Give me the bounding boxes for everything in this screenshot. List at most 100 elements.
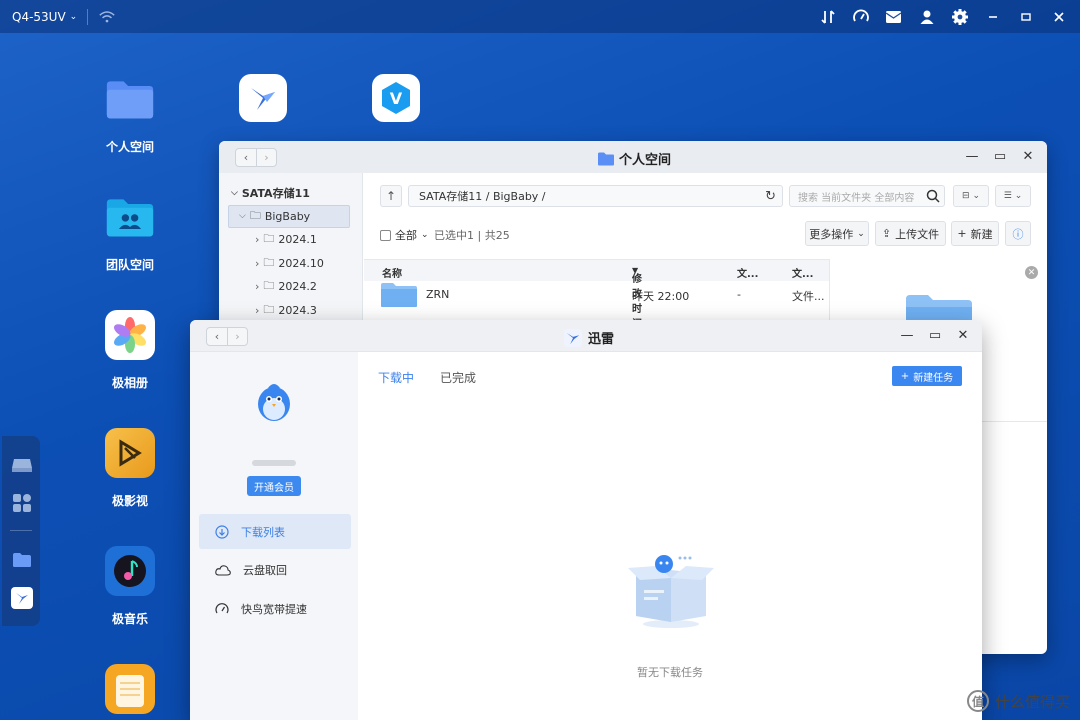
xunlei-bird-icon[interactable] bbox=[11, 587, 33, 609]
column-type[interactable]: 文... bbox=[737, 265, 758, 280]
svg-text:V: V bbox=[390, 89, 403, 108]
column-name[interactable]: 名称 bbox=[382, 265, 402, 280]
minimize-icon[interactable]: — bbox=[900, 328, 914, 343]
refresh-icon[interactable]: ↻ bbox=[765, 189, 776, 204]
button-label: 新建任务 bbox=[913, 372, 954, 384]
new-task-button[interactable]: + 新建任务 bbox=[892, 366, 962, 386]
device-name: Q4-53UV bbox=[12, 9, 66, 24]
column-size[interactable]: 文... bbox=[792, 265, 813, 280]
chevron-down-icon: ⌄ bbox=[857, 228, 865, 239]
window-titlebar: ‹ › 迅雷 — ▭ ✕ bbox=[190, 320, 982, 352]
path-bar[interactable]: SATA存储11 / BigBaby / ↻ bbox=[408, 185, 783, 207]
tree-item[interactable]: › 🗀 2024.1 bbox=[219, 228, 362, 252]
tab-downloading[interactable]: 下载中 bbox=[378, 369, 414, 386]
upload-button[interactable]: ⇪ 上传文件 bbox=[875, 221, 946, 246]
back-icon[interactable]: ‹ bbox=[207, 328, 227, 345]
desktop-icon-personal-space[interactable]: 个人空间 bbox=[80, 74, 180, 155]
speedometer-icon[interactable] bbox=[851, 7, 870, 26]
chevron-down-icon: ⌄ bbox=[69, 11, 78, 22]
avatar[interactable] bbox=[254, 380, 294, 424]
cell-modified: 昨天 22:00 bbox=[632, 290, 690, 303]
tree-root[interactable]: ⌵ SATA存储11 bbox=[219, 181, 362, 205]
maximize-icon[interactable]: ▭ bbox=[993, 149, 1007, 164]
desktop-icon-label: 极影视 bbox=[111, 494, 148, 508]
folder-outline-icon: 🗀 bbox=[263, 255, 275, 269]
folder-outline-icon: 🗀 bbox=[263, 279, 275, 293]
apps-grid-icon[interactable] bbox=[11, 492, 33, 514]
maximize-icon[interactable]: ▭ bbox=[928, 328, 942, 343]
minimize-icon[interactable]: — bbox=[965, 149, 979, 164]
desktop-icon-notes[interactable] bbox=[80, 664, 180, 714]
sidebar-item-download-list[interactable]: 下载列表 bbox=[199, 514, 351, 549]
vip-button[interactable]: 开通会员 bbox=[247, 476, 301, 496]
cell-size: 文件... bbox=[792, 290, 825, 303]
tree-item-label: BigBaby bbox=[264, 209, 311, 223]
search-input[interactable]: 搜索 当前文件夹 全部内容 bbox=[789, 185, 945, 207]
minimize-icon[interactable] bbox=[983, 7, 1002, 26]
sidebar-item-label: 云盘取回 bbox=[243, 563, 287, 577]
forward-icon[interactable]: › bbox=[227, 328, 247, 345]
tree-item-label: 2024.3 bbox=[278, 303, 317, 317]
desktop-icon-team-space[interactable]: 团队空间 bbox=[80, 192, 180, 273]
tree-item-label: 2024.2 bbox=[278, 280, 317, 294]
search-icon[interactable] bbox=[926, 189, 940, 203]
tree-item[interactable]: › 🗀 2024.10 bbox=[219, 252, 362, 276]
column-modified[interactable]: 修改时间 ▼ bbox=[632, 265, 642, 330]
sidebar-item-label: 下载列表 bbox=[241, 525, 285, 539]
gear-icon[interactable] bbox=[950, 7, 969, 26]
username-placeholder bbox=[252, 460, 296, 466]
table-row[interactable]: ZRN 昨天 22:00 - 文件... bbox=[364, 281, 829, 309]
chevron-down-icon: ⌵ bbox=[239, 211, 246, 222]
close-icon[interactable]: ✕ bbox=[956, 328, 970, 343]
back-icon[interactable]: ‹ bbox=[236, 149, 256, 166]
arrow-up-icon[interactable]: ↑ bbox=[380, 185, 402, 207]
close-icon[interactable]: ✕ bbox=[1025, 266, 1038, 279]
info-icon[interactable]: ⓘ bbox=[1005, 221, 1031, 246]
chevron-down-icon: ⌄ bbox=[972, 191, 981, 201]
empty-state-text: 暂无下载任务 bbox=[637, 666, 703, 679]
desktop-icon-music[interactable]: 极音乐 bbox=[80, 546, 180, 627]
tree-item-label: 2024.10 bbox=[278, 256, 324, 270]
watermark-text: 什么值得买 bbox=[994, 692, 1070, 711]
table-header: 名称 修改时间 ▼ 文... 文... bbox=[364, 259, 829, 330]
tree-item-selected[interactable]: ⌵ 🗀 BigBaby bbox=[228, 204, 350, 228]
wifi-icon[interactable] bbox=[98, 8, 116, 26]
path-text: SATA存储11 / BigBaby / bbox=[419, 190, 546, 203]
folder-icon[interactable] bbox=[11, 549, 33, 571]
more-actions-button[interactable]: 更多操作 ⌄ bbox=[805, 221, 869, 246]
notes-icon bbox=[105, 664, 155, 714]
view-mode-button[interactable]: ☰ ⌄ bbox=[995, 185, 1031, 207]
tree-item[interactable]: › 🗀 2024.3 bbox=[219, 299, 362, 323]
desktop-icon-label: 个人空间 bbox=[105, 140, 154, 154]
sidebar-item-cloud-fetch[interactable]: 云盘取回 bbox=[199, 552, 351, 587]
transfer-icon[interactable] bbox=[818, 7, 837, 26]
button-label: 上传文件 bbox=[895, 227, 940, 241]
tree-item-label: 2024.1 bbox=[278, 233, 317, 247]
chevron-down-icon: ⌄ bbox=[421, 230, 429, 240]
plus-icon: + bbox=[900, 370, 910, 382]
selection-info: 已选中1 | 共25 bbox=[434, 229, 510, 242]
drive-icon[interactable] bbox=[11, 454, 33, 476]
desktop-icon-xunlei[interactable] bbox=[213, 74, 313, 122]
device-selector[interactable]: Q4-53UV ⌄ bbox=[12, 10, 77, 24]
mail-icon[interactable] bbox=[884, 7, 903, 26]
folder-outline-icon: 🗀 bbox=[249, 208, 261, 222]
tree-item[interactable]: › 🗀 2024.2 bbox=[219, 275, 362, 299]
new-button[interactable]: + 新建 bbox=[951, 221, 999, 246]
window-title-text: 个人空间 bbox=[619, 153, 672, 168]
sort-button[interactable]: ⊟ ⌄ bbox=[953, 185, 989, 207]
sidebar-item-bird-speed[interactable]: 快鸟宽带提速 bbox=[199, 591, 351, 626]
desktop-icon-photos[interactable]: 极相册 bbox=[80, 310, 180, 391]
tab-completed[interactable]: 已完成 bbox=[440, 369, 476, 386]
window-title: 个人空间 bbox=[597, 149, 671, 168]
user-icon[interactable] bbox=[917, 7, 936, 26]
window-title: 迅雷 bbox=[564, 328, 614, 347]
close-icon[interactable] bbox=[1049, 7, 1068, 26]
select-all-checkbox[interactable]: 全部 ⌄ bbox=[380, 227, 429, 243]
desktop-icon-v-app[interactable]: V bbox=[346, 74, 446, 122]
desktop-icon-video[interactable]: 极影视 bbox=[80, 428, 180, 509]
maximize-icon[interactable] bbox=[1016, 7, 1035, 26]
close-icon[interactable]: ✕ bbox=[1021, 149, 1035, 164]
forward-icon[interactable]: › bbox=[256, 149, 276, 166]
side-dock bbox=[2, 436, 40, 626]
